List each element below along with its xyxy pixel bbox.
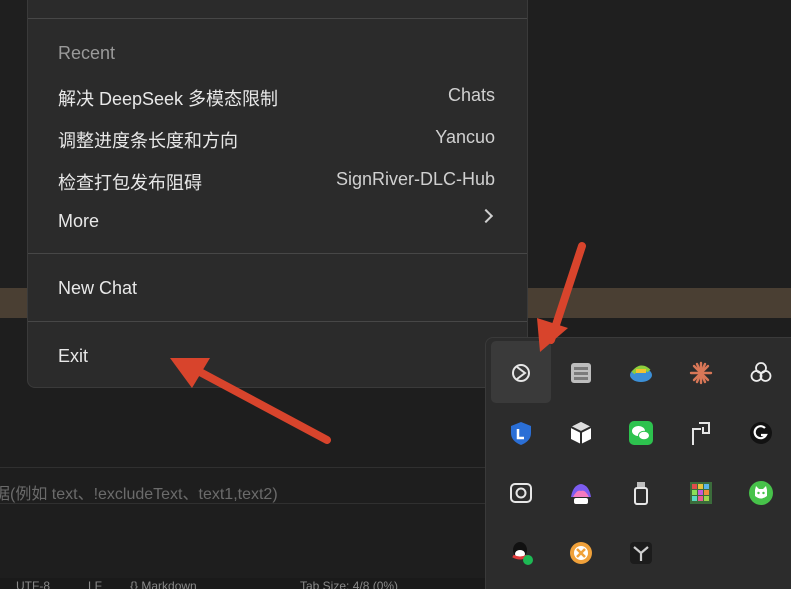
annotation-arrow-shaft [181, 360, 331, 444]
annotation-arrows [170, 242, 586, 444]
annotation-arrowhead [537, 318, 568, 352]
